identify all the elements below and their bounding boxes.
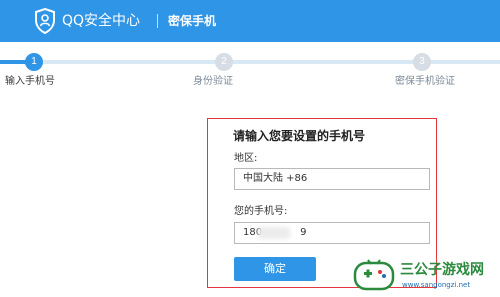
step-2-indicator: 2 [215, 53, 233, 71]
step-2-label: 身份验证 [193, 76, 233, 87]
shield-icon [35, 8, 55, 34]
phone-blur-mask [258, 227, 290, 239]
step-progress: 1 2 3 输入手机号 身份验证 密保手机验证 [0, 42, 500, 92]
region-select[interactable]: 中国大陆 +86 [234, 168, 430, 190]
watermark-url: www.sangongzi.net [402, 281, 471, 289]
header-divider [157, 14, 158, 28]
form-title: 请输入您要设置的手机号 [233, 129, 366, 143]
watermark-name: 三公子游戏网 [400, 262, 484, 278]
step-3-indicator: 3 [413, 53, 431, 71]
step-1-label: 输入手机号 [5, 76, 55, 87]
step-1-indicator: 1 [25, 53, 43, 71]
section-title: 密保手机 [168, 14, 217, 28]
region-label: 地区: [234, 153, 258, 164]
top-bar: QQ安全中心 密保手机 [0, 0, 500, 42]
brand-title: QQ安全中心 [62, 13, 141, 29]
watermark-logo-icon [353, 259, 395, 291]
step-3-label: 密保手机验证 [395, 76, 455, 87]
phone-suffix: 9 [300, 227, 307, 238]
phone-label: 您的手机号: [234, 206, 288, 217]
confirm-button[interactable]: 确定 [234, 257, 316, 281]
